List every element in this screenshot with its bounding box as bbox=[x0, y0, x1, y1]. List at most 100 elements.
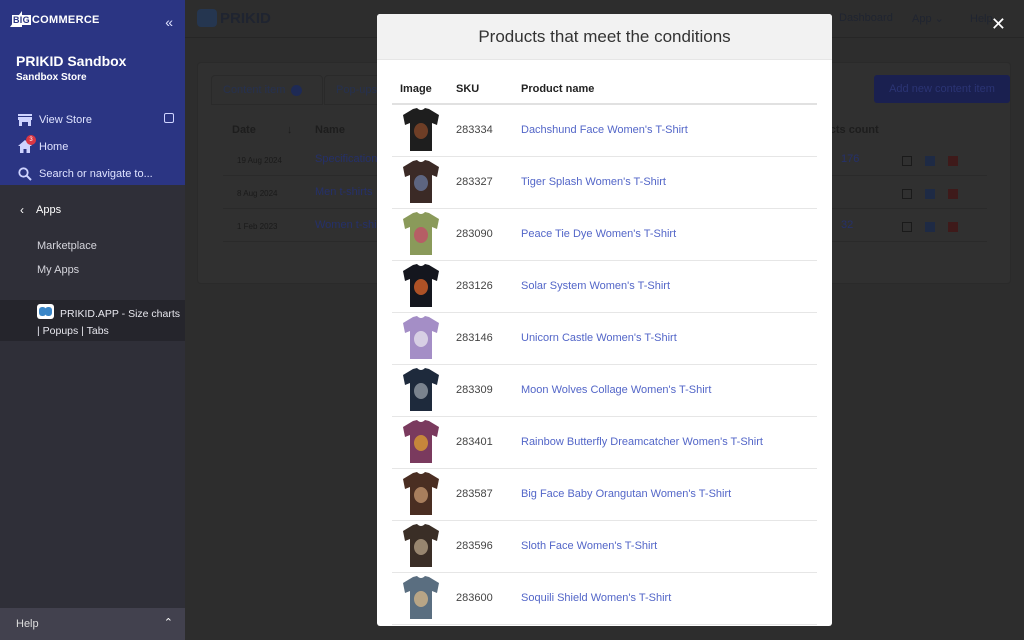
table-header-row: Image SKU Product name bbox=[392, 74, 817, 105]
product-sku: 283596 bbox=[456, 520, 521, 573]
chevron-left-icon: ‹ bbox=[20, 203, 24, 217]
product-sku: 283126 bbox=[456, 260, 521, 313]
column-header-date[interactable]: Date ↓ bbox=[232, 124, 292, 136]
trash-icon[interactable] bbox=[948, 222, 958, 232]
product-image-cell bbox=[392, 312, 456, 365]
product-name-link[interactable]: Soquili Shield Women's T-Shirt bbox=[521, 592, 671, 604]
product-thumbnail bbox=[401, 315, 441, 361]
bigcommerce-logo[interactable]: BIG COMMERCE bbox=[10, 11, 100, 28]
help-label: Help bbox=[16, 618, 39, 630]
product-image-cell bbox=[392, 416, 456, 469]
nav-app[interactable]: App ⌄ bbox=[912, 12, 944, 25]
apps-label: Apps bbox=[36, 204, 62, 216]
duplicate-icon[interactable] bbox=[925, 222, 935, 232]
duplicate-icon[interactable] bbox=[925, 189, 935, 199]
sidebar-item-label: View Store bbox=[39, 113, 92, 126]
nav-dashboard[interactable]: Dashboard bbox=[839, 12, 893, 24]
product-thumbnail bbox=[401, 419, 441, 465]
trash-icon[interactable] bbox=[948, 189, 958, 199]
help-circle-icon[interactable] bbox=[291, 84, 303, 96]
table-row: 283327 Tiger Splash Women's T-Shirt bbox=[392, 156, 817, 209]
double-chevron-left-icon[interactable]: « bbox=[165, 14, 173, 30]
column-header-name[interactable]: Name bbox=[315, 124, 345, 136]
product-sku: 283327 bbox=[456, 156, 521, 209]
product-sku: 283146 bbox=[456, 312, 521, 365]
product-sku: 283334 bbox=[456, 104, 521, 157]
storefront-icon bbox=[17, 113, 33, 127]
table-row: 283587 Big Face Baby Orangutan Women's T-… bbox=[392, 468, 817, 521]
product-name-link[interactable]: Big Face Baby Orangutan Women's T-Shirt bbox=[521, 488, 731, 500]
nav-help-label: Help bbox=[970, 13, 993, 25]
sidebar-item-my-apps[interactable]: My Apps bbox=[37, 264, 79, 276]
chevron-down-icon: ⌄ bbox=[934, 13, 944, 25]
sidebar-back-apps[interactable]: ‹ Apps bbox=[20, 203, 61, 217]
product-thumbnail bbox=[401, 263, 441, 309]
tab-content-item[interactable]: Content item bbox=[211, 75, 323, 105]
edit-icon[interactable] bbox=[902, 189, 912, 199]
product-image-cell bbox=[392, 468, 456, 521]
sidebar-nav: View Store 3 Home Search or navigate to.… bbox=[0, 106, 185, 187]
table-row: 283309 Moon Wolves Collage Women's T-Shir… bbox=[392, 364, 817, 417]
close-icon[interactable]: ✕ bbox=[991, 15, 1006, 33]
store-type: Sandbox Store bbox=[16, 72, 87, 83]
notification-badge: 3 bbox=[26, 135, 36, 145]
table-row: 283146 Unicorn Castle Women's T-Shirt bbox=[392, 312, 817, 365]
add-new-content-item-button[interactable]: Add new content item bbox=[874, 75, 1010, 103]
modal-title: Products that meet the conditions bbox=[377, 14, 832, 60]
product-name-link[interactable]: Dachshund Face Women's T-Shirt bbox=[521, 124, 688, 136]
edit-icon[interactable] bbox=[902, 222, 912, 232]
external-link-icon[interactable] bbox=[164, 113, 174, 123]
product-name-link[interactable]: Sloth Face Women's T-Shirt bbox=[521, 540, 657, 552]
products-table: Image SKU Product name 283334 Dachshund F… bbox=[392, 74, 817, 625]
edit-icon[interactable] bbox=[902, 156, 912, 166]
table-row: 283090 Peace Tie Dye Women's T-Shirt bbox=[392, 208, 817, 261]
product-thumbnail bbox=[401, 367, 441, 413]
search-input[interactable]: Search or navigate to... bbox=[39, 168, 153, 180]
sidebar-item-home[interactable]: 3 Home bbox=[0, 133, 185, 160]
product-name-link[interactable]: Unicorn Castle Women's T-Shirt bbox=[521, 332, 677, 344]
header-label: Date bbox=[232, 124, 256, 136]
logo-text: PRIKID bbox=[220, 9, 271, 27]
table-row: 283600 Soquili Shield Women's T-Shirt bbox=[392, 572, 817, 625]
prikid-logo: PRIKID bbox=[197, 9, 271, 27]
product-name-link[interactable]: Solar System Women's T-Shirt bbox=[521, 280, 670, 292]
product-name-link[interactable]: Moon Wolves Collage Women's T-Shirt bbox=[521, 384, 711, 396]
table-row: 283334 Dachshund Face Women's T-Shirt bbox=[392, 104, 817, 157]
product-name-link[interactable]: Peace Tie Dye Women's T-Shirt bbox=[521, 228, 676, 240]
product-thumbnail bbox=[401, 471, 441, 517]
sidebar-item-view-store[interactable]: View Store bbox=[0, 106, 185, 133]
tab-label: Content item bbox=[223, 84, 286, 96]
product-name-link[interactable]: Rainbow Butterfly Dreamcatcher Women's T… bbox=[521, 436, 763, 448]
tab-popups[interactable]: Pop-ups bbox=[324, 75, 384, 105]
sidebar: BIG COMMERCE « PRIKID Sandbox Sandbox St… bbox=[0, 0, 185, 640]
product-image-cell bbox=[392, 520, 456, 573]
product-thumbnail bbox=[401, 575, 441, 621]
row-date: 8 Aug 2024 bbox=[237, 189, 278, 198]
sidebar-help[interactable]: Help ⌃ bbox=[0, 608, 185, 640]
products-table-body: 283334 Dachshund Face Women's T-Shirt 2833… bbox=[392, 104, 817, 625]
column-header-product-name: Product name bbox=[521, 74, 817, 105]
table-row: 283126 Solar System Women's T-Shirt bbox=[392, 260, 817, 313]
row-count: 176 bbox=[841, 153, 860, 165]
duplicate-icon[interactable] bbox=[925, 156, 935, 166]
row-count: 32 bbox=[841, 219, 854, 231]
row-name-link[interactable]: Men t-shirts bbox=[315, 186, 372, 198]
sidebar-item-marketplace[interactable]: Marketplace bbox=[37, 240, 97, 252]
trash-icon[interactable] bbox=[948, 156, 958, 166]
arrow-down-icon: ↓ bbox=[286, 124, 293, 136]
product-image-cell bbox=[392, 572, 456, 625]
sidebar-item-prikid-app[interactable]: PRIKID.APP - Size charts | Popups | Tabs bbox=[0, 300, 185, 341]
product-name-link[interactable]: Tiger Splash Women's T-Shirt bbox=[521, 176, 666, 188]
sidebar-search[interactable]: Search or navigate to... bbox=[0, 160, 185, 187]
nav-app-label: App bbox=[912, 13, 932, 25]
product-thumbnail bbox=[401, 159, 441, 205]
tab-label: Pop-ups bbox=[336, 84, 377, 96]
modal-body: Image SKU Product name 283334 Dachshund F… bbox=[377, 74, 832, 625]
column-header-image: Image bbox=[392, 74, 456, 105]
product-image-cell bbox=[392, 260, 456, 313]
product-thumbnail bbox=[401, 211, 441, 257]
prikid-logo-icon bbox=[197, 9, 217, 27]
row-name-link[interactable]: Specification bbox=[315, 153, 377, 165]
product-sku: 283587 bbox=[456, 468, 521, 521]
row-date: 19 Aug 2024 bbox=[237, 156, 282, 165]
